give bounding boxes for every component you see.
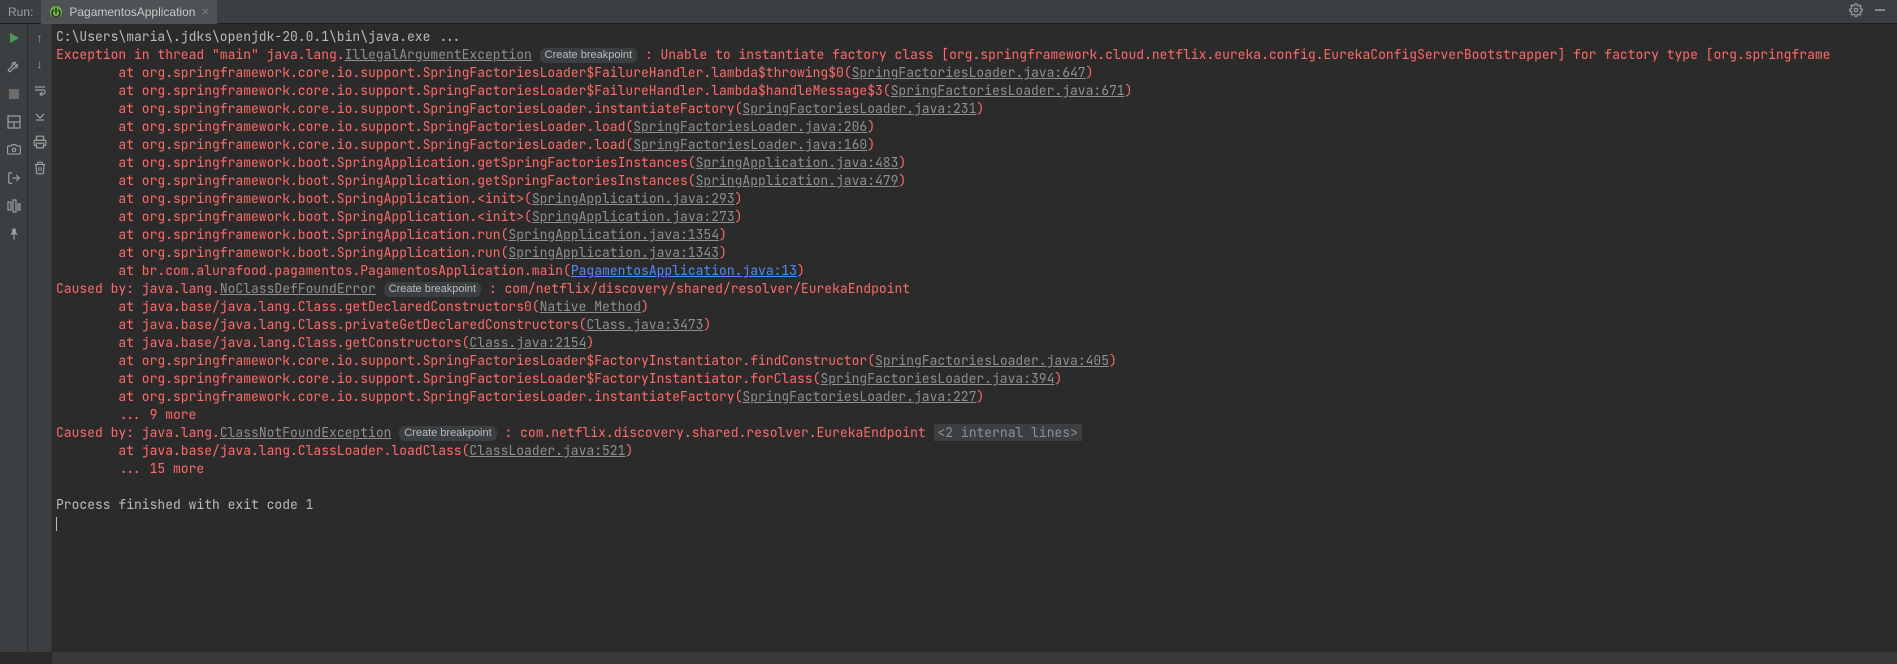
source-link[interactable]: SpringFactoriesLoader.java:231 xyxy=(742,100,976,117)
stack-frame: at org.springframework.core.io.support.S… xyxy=(56,64,852,81)
exception-type-link[interactable]: NoClassDefFoundError xyxy=(220,280,376,297)
source-link[interactable]: SpringFactoriesLoader.java:227 xyxy=(742,388,976,405)
run-tabbar: Run: PagamentosApplication × xyxy=(0,0,1897,24)
run-label: Run: xyxy=(0,5,41,19)
console-output[interactable]: C:\Users\maria\.jdks\openjdk-20.0.1\bin\… xyxy=(52,24,1897,652)
soft-wrap-icon[interactable] xyxy=(32,82,48,98)
stack-frame: at org.springframework.core.io.support.S… xyxy=(56,352,875,369)
spring-boot-icon xyxy=(49,5,63,19)
stack-frame: at java.base/java.lang.Class.getConstruc… xyxy=(56,334,469,351)
command-line: C:\Users\maria\.jdks\openjdk-20.0.1\bin\… xyxy=(56,28,462,45)
down-icon[interactable]: ↓ xyxy=(32,56,48,72)
trash-icon[interactable] xyxy=(32,160,48,176)
print-icon[interactable] xyxy=(32,134,48,150)
tool-icon[interactable] xyxy=(6,58,22,74)
minimize-icon[interactable] xyxy=(1873,3,1887,20)
pin-icon[interactable] xyxy=(6,226,22,242)
exception-header: Exception in thread "main" java.lang. xyxy=(56,46,345,63)
stack-frame: at java.base/java.lang.Class.privateGetD… xyxy=(56,316,586,333)
stack-frame: at org.springframework.core.io.support.S… xyxy=(56,118,633,135)
create-breakpoint-button[interactable]: Create breakpoint xyxy=(384,282,481,297)
source-link[interactable]: SpringFactoriesLoader.java:206 xyxy=(633,118,867,135)
stack-frame: at org.springframework.core.io.support.S… xyxy=(56,100,742,117)
run-config-tab[interactable]: PagamentosApplication × xyxy=(41,0,217,24)
stack-frame: at org.springframework.core.io.support.S… xyxy=(56,82,891,99)
source-link[interactable]: SpringFactoriesLoader.java:405 xyxy=(875,352,1109,369)
source-link[interactable]: SpringApplication.java:293 xyxy=(532,190,735,207)
source-link[interactable]: SpringFactoriesLoader.java:647 xyxy=(852,64,1086,81)
actuator-icon[interactable] xyxy=(6,198,22,214)
source-link[interactable]: SpringApplication.java:1343 xyxy=(508,244,719,261)
text-caret xyxy=(56,517,57,531)
source-link[interactable]: PagamentosApplication.java:13 xyxy=(571,262,797,279)
source-link[interactable]: SpringApplication.java:273 xyxy=(532,208,735,225)
source-link[interactable]: SpringFactoriesLoader.java:160 xyxy=(633,136,867,153)
scroll-to-end-icon[interactable] xyxy=(32,108,48,124)
stack-frame: at org.springframework.boot.SpringApplic… xyxy=(56,154,696,171)
more-frames: ... 15 more xyxy=(56,460,204,477)
layout-icon[interactable] xyxy=(6,114,22,130)
source-link[interactable]: SpringApplication.java:483 xyxy=(696,154,899,171)
stack-frame: at org.springframework.boot.SpringApplic… xyxy=(56,244,508,261)
exception-type-link[interactable]: ClassNotFoundException xyxy=(220,424,392,441)
more-frames: ... 9 more xyxy=(56,406,196,423)
internal-lines-pill[interactable]: <2 internal lines> xyxy=(934,424,1082,441)
stack-frame: at org.springframework.boot.SpringApplic… xyxy=(56,190,532,207)
source-link[interactable]: SpringFactoriesLoader.java:671 xyxy=(891,82,1125,99)
source-link[interactable]: Native Method xyxy=(540,298,641,315)
exit-code-line: Process finished with exit code 1 xyxy=(56,496,313,513)
run-panel-body: ↑ ↓ C:\Users\maria\.jdks\openjdk-20.0.1\… xyxy=(0,24,1897,652)
exit-icon[interactable] xyxy=(6,170,22,186)
source-link[interactable]: SpringApplication.java:479 xyxy=(696,172,899,189)
tab-label: PagamentosApplication xyxy=(69,5,195,19)
run-left-gutter xyxy=(0,24,28,652)
stack-frame: at java.base/java.lang.ClassLoader.loadC… xyxy=(56,442,469,459)
camera-icon[interactable] xyxy=(6,142,22,158)
stack-frame: at org.springframework.boot.SpringApplic… xyxy=(56,172,696,189)
source-link[interactable]: Class.java:3473 xyxy=(586,316,703,333)
source-link[interactable]: Class.java:2154 xyxy=(469,334,586,351)
stack-frame: at org.springframework.boot.SpringApplic… xyxy=(56,208,532,225)
caused-by: Caused by: java.lang. xyxy=(56,280,220,297)
stack-frame: at org.springframework.core.io.support.S… xyxy=(56,370,820,387)
stop-icon[interactable] xyxy=(6,86,22,102)
horizontal-scrollbar[interactable] xyxy=(52,652,1897,664)
stack-frame: at br.com.alurafood.pagamentos.Pagamento… xyxy=(56,262,571,279)
rerun-icon[interactable] xyxy=(6,30,22,46)
caused-by: Caused by: java.lang. xyxy=(56,424,220,441)
up-icon[interactable]: ↑ xyxy=(32,30,48,46)
source-link[interactable]: SpringFactoriesLoader.java:394 xyxy=(820,370,1054,387)
stack-frame: at org.springframework.boot.SpringApplic… xyxy=(56,226,508,243)
stack-frame: at org.springframework.core.io.support.S… xyxy=(56,136,633,153)
stack-frame: at org.springframework.core.io.support.S… xyxy=(56,388,742,405)
exception-type-link[interactable]: IllegalArgumentException xyxy=(345,46,532,63)
source-link[interactable]: ClassLoader.java:521 xyxy=(469,442,625,459)
create-breakpoint-button[interactable]: Create breakpoint xyxy=(540,48,637,63)
create-breakpoint-button[interactable]: Create breakpoint xyxy=(399,426,496,441)
source-link[interactable]: SpringApplication.java:1354 xyxy=(508,226,719,243)
gear-icon[interactable] xyxy=(1849,3,1863,20)
close-icon[interactable]: × xyxy=(201,4,209,19)
console-toolbar: ↑ ↓ xyxy=(28,24,52,652)
stack-frame: at java.base/java.lang.Class.getDeclared… xyxy=(56,298,540,315)
